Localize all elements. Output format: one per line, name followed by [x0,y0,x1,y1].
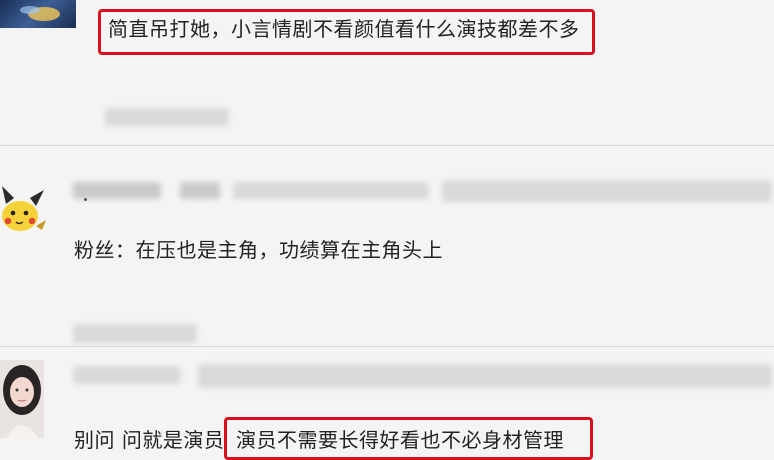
comment-text-2: 粉丝：在压也是主角，功绩算在主角头上 [74,237,443,263]
user-avatar-3-icon [3,365,41,438]
comment-meta-1 [105,108,229,126]
comment-prefix-2: 粉丝： [74,238,136,262]
username-2-extra [180,182,220,199]
user-avatar-1-icon [20,6,60,21]
highlight-box-1 [98,9,595,55]
avatar[interactable] [0,360,44,438]
username-2 [73,182,161,199]
comment-time-2 [73,324,197,343]
comment-meta-3 [198,364,772,388]
highlight-box-3 [224,417,593,460]
avatar[interactable] [0,182,48,234]
comment-meta-2b [442,180,772,202]
divider [0,145,774,146]
username-3 [73,366,181,384]
comment-prefix-3: 别问 问就是演员 [74,428,225,452]
divider [0,346,774,347]
comment-meta-2 [233,182,429,199]
pikachu-avatar-icon [2,186,46,231]
comment-body-2: 在压也是主角，功绩算在主角头上 [135,238,443,262]
dot [84,198,87,201]
avatar[interactable] [0,0,76,28]
